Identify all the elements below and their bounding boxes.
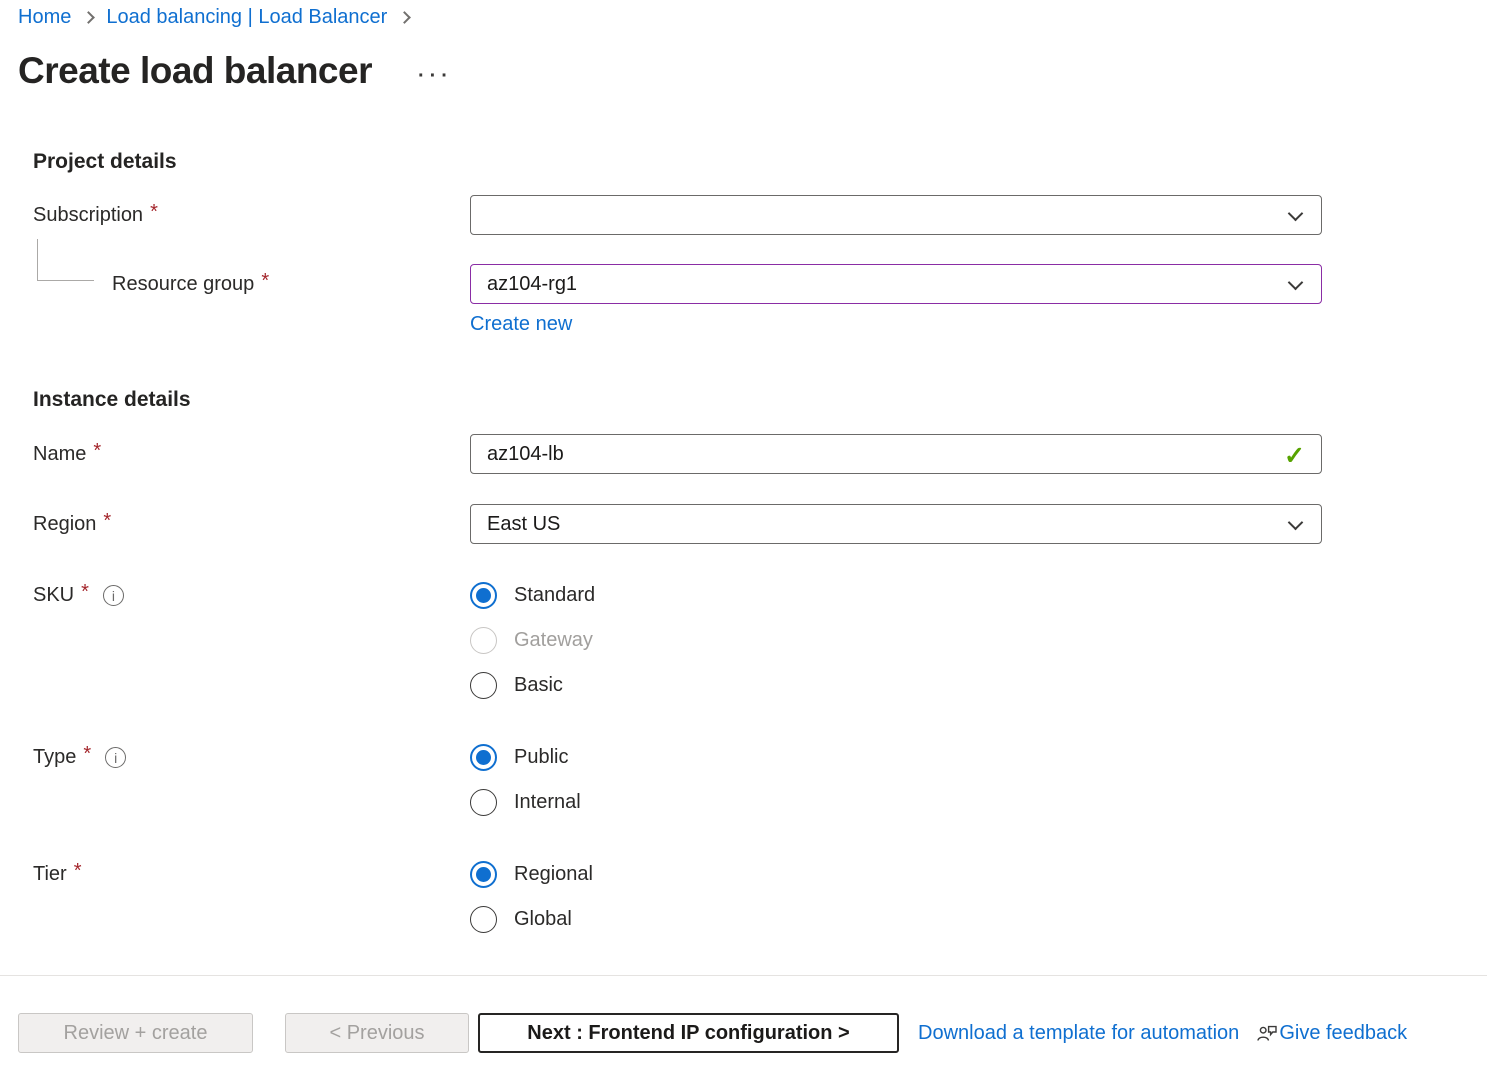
- breadcrumb-home-link[interactable]: Home: [18, 6, 71, 29]
- type-option-internal[interactable]: Internal: [470, 780, 1322, 825]
- type-label: Type * i: [33, 735, 470, 780]
- subscription-dropdown[interactable]: [470, 195, 1322, 235]
- project-details-heading: Project details: [33, 150, 1322, 174]
- name-input[interactable]: [487, 435, 1305, 473]
- page-header: Create load balancer ···: [18, 50, 453, 92]
- page-title: Create load balancer: [18, 50, 372, 92]
- resource-group-value: az104-rg1: [487, 273, 577, 296]
- type-row: Type * i Public Internal: [33, 735, 1322, 825]
- required-asterisk: *: [81, 581, 89, 604]
- chevron-down-icon: [1288, 275, 1304, 291]
- radio-icon: [470, 861, 497, 888]
- sku-option-gateway: Gateway: [470, 618, 1322, 663]
- feedback-person-icon: [1256, 1022, 1278, 1044]
- create-new-link[interactable]: Create new: [470, 313, 572, 336]
- subscription-resource-group-connector: [37, 239, 94, 281]
- info-icon[interactable]: i: [103, 585, 124, 606]
- radio-icon: [470, 744, 497, 771]
- resource-group-label: Resource group *: [33, 264, 470, 304]
- previous-button[interactable]: < Previous: [285, 1013, 469, 1053]
- resource-group-dropdown[interactable]: az104-rg1: [470, 264, 1322, 304]
- sku-row: SKU * i Standard Gateway Basic: [33, 573, 1322, 708]
- wizard-footer: Review + create < Previous Next : Fronte…: [0, 975, 1487, 1053]
- region-label: Region *: [33, 504, 470, 544]
- radio-icon: [470, 906, 497, 933]
- radio-icon: [470, 582, 497, 609]
- type-option-public[interactable]: Public: [470, 735, 1322, 780]
- tier-label: Tier *: [33, 852, 470, 897]
- give-feedback-link[interactable]: Give feedback: [1256, 1022, 1407, 1045]
- region-value: East US: [487, 513, 560, 536]
- download-template-link[interactable]: Download a template for automation: [918, 1022, 1239, 1045]
- required-asterisk: *: [83, 743, 91, 766]
- region-dropdown[interactable]: East US: [470, 504, 1322, 544]
- required-asterisk: *: [150, 201, 158, 224]
- name-row: Name * ✓: [33, 434, 1322, 474]
- sku-option-basic[interactable]: Basic: [470, 663, 1322, 708]
- valid-check-icon: ✓: [1284, 441, 1305, 471]
- required-asterisk: *: [103, 510, 111, 533]
- region-row: Region * East US: [33, 504, 1322, 544]
- sku-option-standard[interactable]: Standard: [470, 573, 1322, 618]
- chevron-down-icon: [1288, 515, 1304, 531]
- info-icon[interactable]: i: [105, 747, 126, 768]
- chevron-down-icon: [1288, 206, 1304, 222]
- required-asterisk: *: [74, 860, 82, 883]
- resource-group-row: Resource group * az104-rg1: [33, 264, 1322, 304]
- review-create-button[interactable]: Review + create: [18, 1013, 253, 1053]
- tier-radio-group: Regional Global: [470, 852, 1322, 942]
- more-options-icon[interactable]: ···: [418, 65, 453, 88]
- name-field-wrapper: ✓: [470, 434, 1322, 474]
- radio-icon: [470, 672, 497, 699]
- chevron-right-icon: [82, 11, 95, 24]
- required-asterisk: *: [93, 440, 101, 463]
- create-load-balancer-form: Project details Subscription * Resource …: [33, 150, 1322, 942]
- instance-details-heading: Instance details: [33, 388, 1322, 412]
- radio-icon: [470, 789, 497, 816]
- type-radio-group: Public Internal: [470, 735, 1322, 825]
- next-frontend-ip-button[interactable]: Next : Frontend IP configuration >: [478, 1013, 899, 1053]
- sku-label: SKU * i: [33, 573, 470, 618]
- tier-row: Tier * Regional Global: [33, 852, 1322, 942]
- tier-option-regional[interactable]: Regional: [470, 852, 1322, 897]
- subscription-label: Subscription *: [33, 195, 470, 235]
- chevron-right-icon: [398, 11, 411, 24]
- tier-option-global[interactable]: Global: [470, 897, 1322, 942]
- sku-radio-group: Standard Gateway Basic: [470, 573, 1322, 708]
- radio-icon: [470, 627, 497, 654]
- breadcrumb: Home Load balancing | Load Balancer: [18, 6, 422, 29]
- required-asterisk: *: [261, 270, 269, 293]
- breadcrumb-current-link[interactable]: Load balancing | Load Balancer: [106, 6, 387, 29]
- name-label: Name *: [33, 434, 470, 474]
- subscription-row: Subscription *: [33, 195, 1322, 235]
